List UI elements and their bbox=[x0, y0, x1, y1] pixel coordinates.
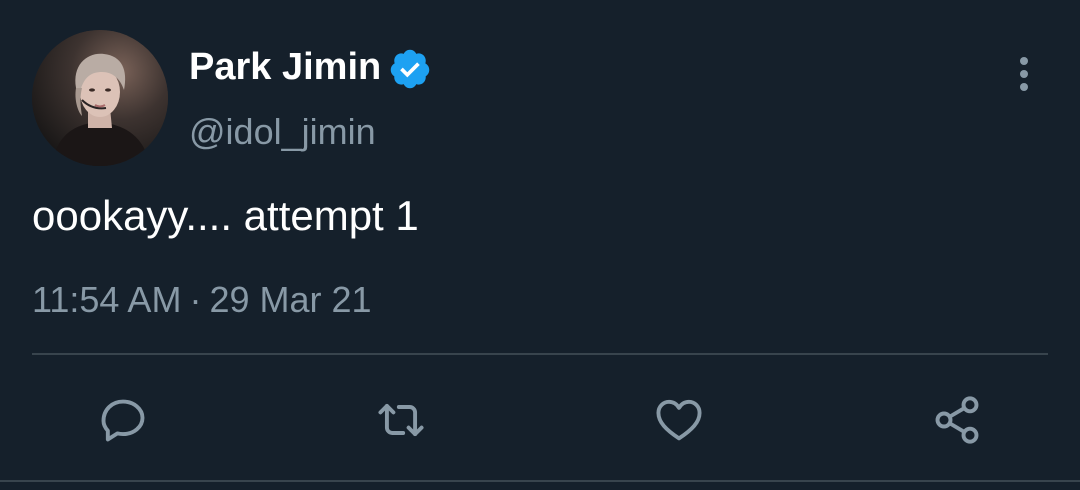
divider bbox=[32, 353, 1048, 355]
tweet-time: 11:54 AM bbox=[32, 279, 182, 320]
share-icon bbox=[935, 396, 979, 444]
heart-icon bbox=[656, 399, 702, 441]
like-button[interactable] bbox=[649, 390, 709, 450]
avatar-image bbox=[32, 30, 168, 166]
tweet-timestamp[interactable]: 11:54 AM · 29 Mar 21 bbox=[32, 278, 372, 322]
more-options-icon[interactable] bbox=[1009, 54, 1039, 94]
retweet-button[interactable] bbox=[371, 390, 431, 450]
tweet-detail: Park Jimin @idol_jimin oookayy.... attem… bbox=[0, 0, 1080, 490]
share-button[interactable] bbox=[927, 390, 987, 450]
avatar[interactable] bbox=[32, 30, 168, 166]
tweet-date: 29 Mar 21 bbox=[209, 279, 372, 320]
reply-button[interactable] bbox=[93, 390, 153, 450]
timestamp-separator: · bbox=[189, 279, 202, 320]
tweet-text: oookayy.... attempt 1 bbox=[32, 192, 419, 239]
retweet-icon bbox=[378, 403, 424, 437]
reply-icon bbox=[101, 399, 145, 442]
bottom-divider bbox=[0, 480, 1080, 482]
author-handle[interactable]: @idol_jimin bbox=[189, 110, 376, 154]
author-display-name[interactable]: Park Jimin bbox=[189, 44, 381, 90]
verified-badge-icon bbox=[390, 49, 430, 89]
